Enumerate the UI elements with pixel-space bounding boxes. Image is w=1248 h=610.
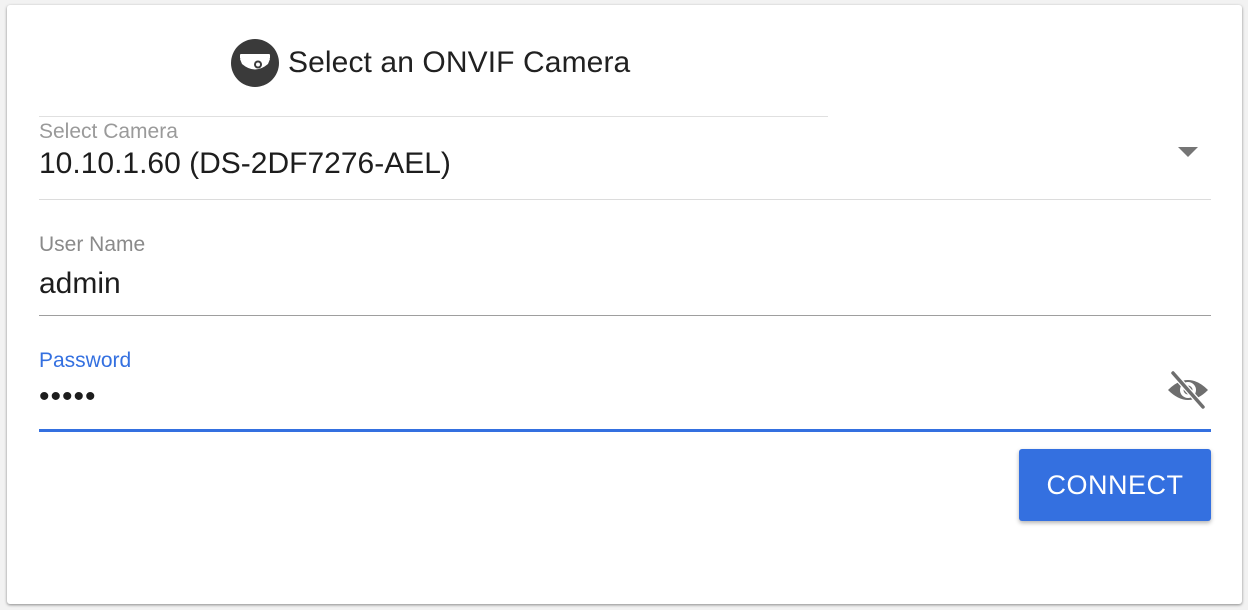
username-input[interactable]: admin	[39, 267, 121, 301]
connection-card: Select an ONVIF Camera Select Camera 10.…	[7, 5, 1242, 604]
connect-button[interactable]: CONNECT	[1019, 449, 1211, 521]
camera-select[interactable]: Select Camera 10.10.1.60 (DS-2DF7276-AEL…	[39, 117, 1211, 207]
eye-off-icon[interactable]	[1165, 367, 1211, 413]
camera-select-value[interactable]: 10.10.1.60 (DS-2DF7276-AEL)	[39, 147, 451, 181]
password-input[interactable]: •••••	[39, 380, 97, 414]
chevron-down-icon[interactable]	[1178, 147, 1198, 157]
username-label: User Name	[39, 233, 146, 256]
dome-camera-icon	[231, 39, 279, 87]
camera-select-underline	[39, 199, 1211, 200]
password-field[interactable]: Password •••••	[39, 349, 1211, 439]
password-label: Password	[39, 349, 132, 372]
username-field[interactable]: User Name admin	[39, 233, 1211, 323]
header: Select an ONVIF Camera	[231, 39, 630, 87]
page-title: Select an ONVIF Camera	[288, 46, 631, 79]
username-underline	[39, 315, 1211, 316]
password-underline-focused	[39, 429, 1211, 432]
camera-select-label: Select Camera	[39, 120, 178, 143]
